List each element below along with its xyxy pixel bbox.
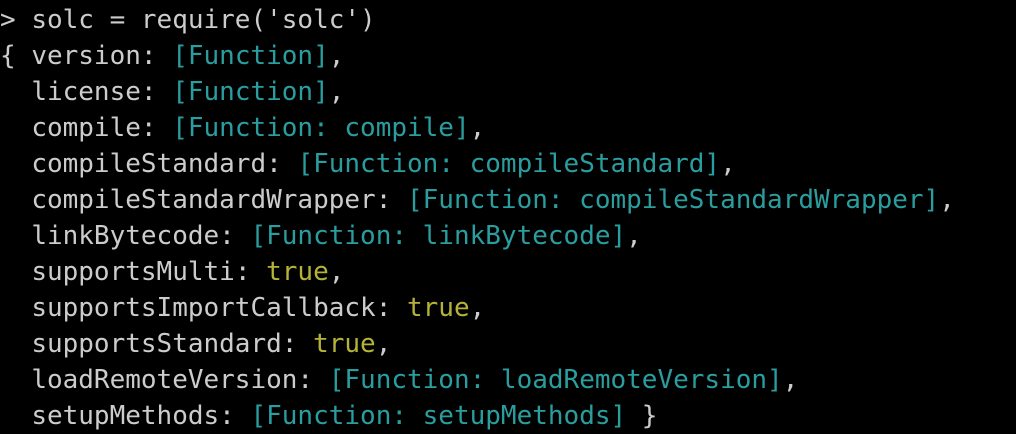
line-prefix	[0, 329, 31, 359]
property-key: compile	[31, 113, 141, 143]
line-prefix	[0, 257, 31, 287]
property-key: supportsMulti	[31, 257, 235, 287]
line-prefix	[0, 401, 31, 431]
line-prefix	[0, 149, 31, 179]
property-key: setupMethods	[31, 401, 220, 431]
property-value: [Function: compileStandard]	[297, 149, 721, 179]
property-key: license	[31, 77, 141, 107]
property-key: loadRemoteVersion	[31, 365, 298, 395]
property-value: [Function: compileStandardWrapper]	[407, 185, 940, 215]
output-line: compile: [Function: compile],	[0, 110, 1016, 146]
output-line: license: [Function],	[0, 74, 1016, 110]
line-suffix: ,	[782, 365, 799, 395]
line-suffix: ,	[328, 41, 345, 71]
property-key: compileStandard	[31, 149, 267, 179]
line-suffix: ,	[328, 257, 345, 287]
terminal-window[interactable]: > solc = require('solc') { version: [Fun…	[0, 0, 1016, 434]
line-prefix	[0, 221, 31, 251]
output-line: linkBytecode: [Function: linkBytecode],	[0, 218, 1016, 254]
property-key: version	[31, 41, 141, 71]
property-value: [Function]	[172, 41, 329, 71]
line-suffix: ,	[939, 185, 955, 215]
line-suffix: ,	[469, 293, 486, 323]
property-key: compileStandardWrapper	[31, 185, 376, 215]
property-value: true	[313, 329, 376, 359]
output-line: supportsStandard: true,	[0, 326, 1016, 362]
line-suffix: ,	[469, 113, 486, 143]
line-prefix: {	[0, 41, 32, 71]
property-value: true	[266, 257, 329, 287]
line-prefix	[0, 113, 31, 143]
output-line: compileStandardWrapper: [Function: compi…	[0, 182, 1016, 218]
line-suffix: ,	[375, 329, 392, 359]
property-value: true	[407, 293, 470, 323]
output-line: setupMethods: [Function: setupMethods] }	[0, 398, 1016, 434]
line-suffix: ,	[626, 221, 642, 251]
property-value: [Function: compile]	[172, 113, 470, 143]
command-text: solc = require('solc')	[31, 5, 376, 35]
output-line: compileStandard: [Function: compileStand…	[0, 146, 1016, 182]
property-key: linkBytecode	[31, 221, 220, 251]
property-value: [Function]	[172, 77, 329, 107]
output-line: { version: [Function],	[0, 41, 345, 71]
property-key: supportsStandard	[31, 329, 282, 359]
property-key: supportsImportCallback	[31, 293, 376, 323]
line-prefix	[0, 77, 31, 107]
line-prefix	[0, 293, 31, 323]
line-prefix	[0, 365, 31, 395]
output-line: supportsImportCallback: true,	[0, 290, 1016, 326]
property-value: [Function: loadRemoteVersion]	[328, 365, 783, 395]
prompt-line: > solc = require('solc')	[0, 2, 1016, 38]
output-line: loadRemoteVersion: [Function: loadRemote…	[0, 362, 1016, 398]
line-suffix: ,	[328, 77, 345, 107]
line-prefix	[0, 185, 31, 215]
prompt-symbol: >	[0, 5, 16, 35]
property-value: [Function: linkBytecode]	[250, 221, 627, 251]
line-suffix: ,	[720, 149, 736, 179]
output-line: supportsMulti: true,	[0, 254, 1016, 290]
property-value: [Function: setupMethods]	[250, 401, 627, 431]
line-suffix: }	[626, 401, 658, 431]
